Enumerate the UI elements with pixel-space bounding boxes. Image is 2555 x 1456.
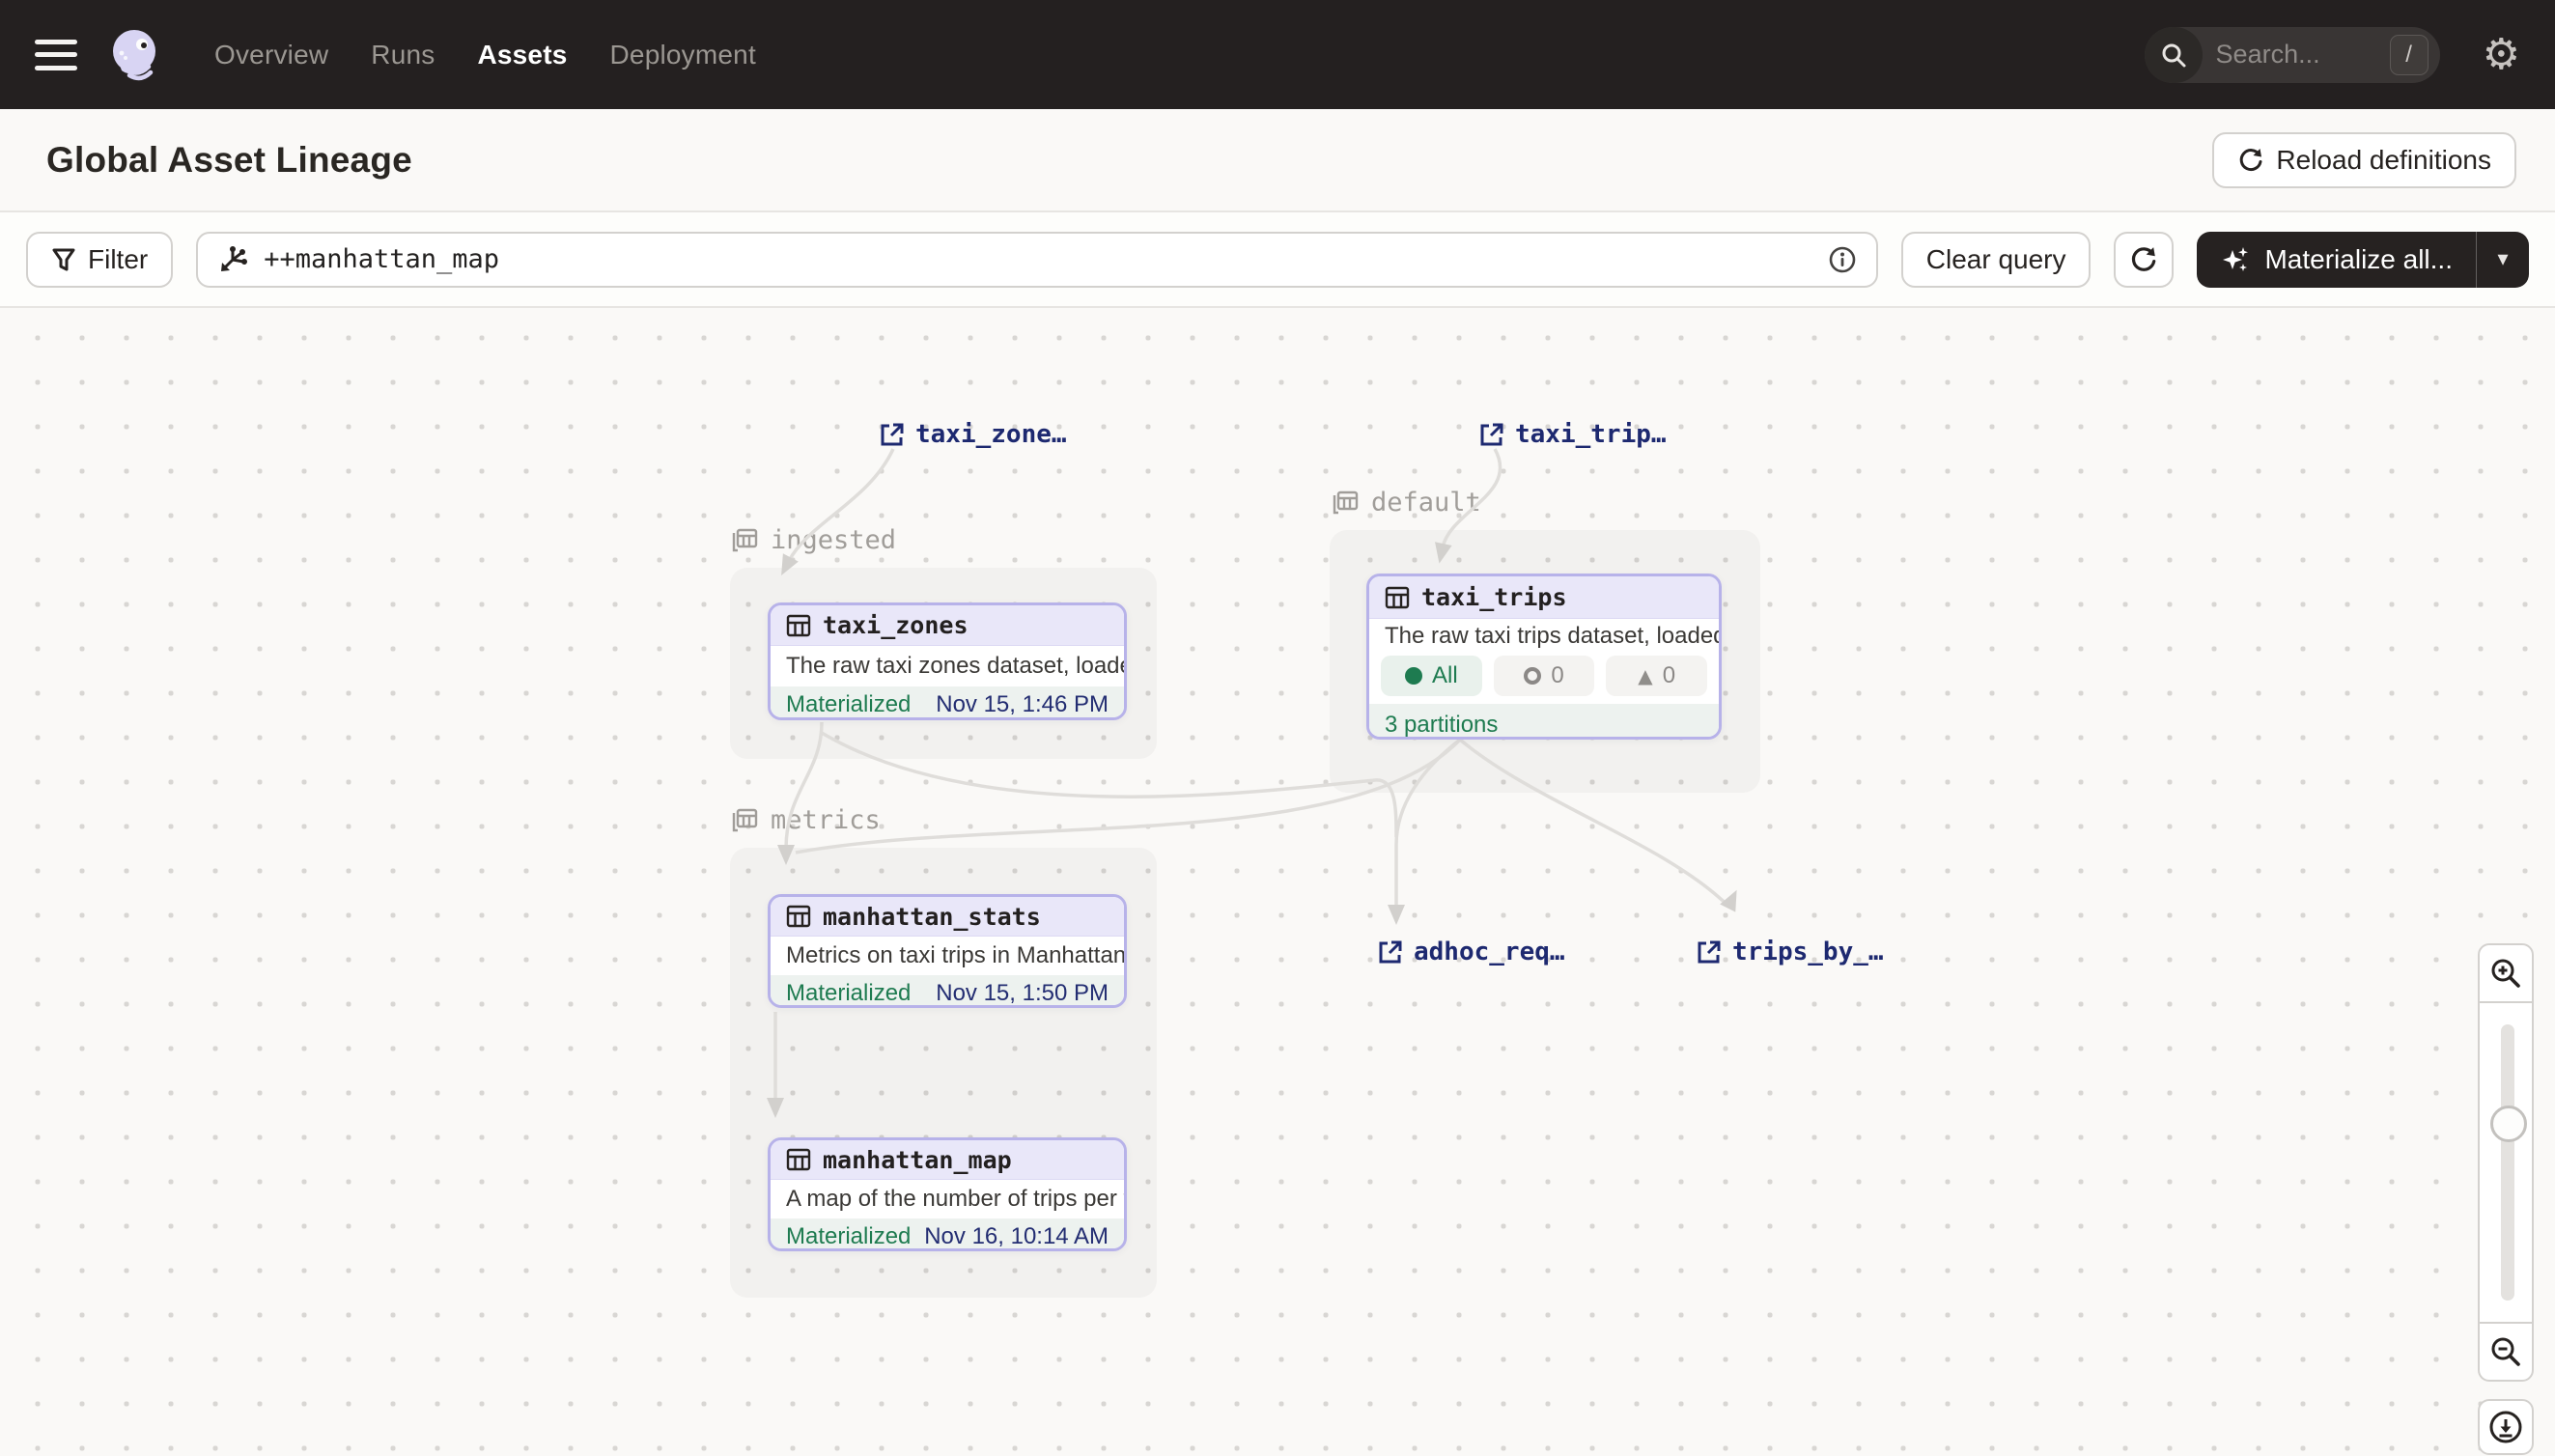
sparkles-icon xyxy=(2220,244,2251,275)
materialization-timestamp[interactable]: Nov 15, 1:50 PM xyxy=(936,980,1109,1007)
partitions-missing-badge[interactable]: 0 xyxy=(1494,656,1595,696)
dagster-app: Overview Runs Assets Deployment / ⚙ Glob… xyxy=(0,0,2555,1456)
download-image-button[interactable] xyxy=(2478,1399,2534,1455)
materialize-dropdown-caret[interactable]: ▾ xyxy=(2477,232,2529,288)
zoom-slider-handle[interactable] xyxy=(2490,1106,2527,1142)
materialization-timestamp[interactable]: Nov 16, 10:14 AM xyxy=(924,1223,1109,1250)
zoom-in-button[interactable] xyxy=(2478,943,2534,1003)
reload-definitions-button[interactable]: Reload definitions xyxy=(2212,132,2516,188)
reload-icon xyxy=(2237,147,2264,174)
dagster-logo-icon[interactable] xyxy=(106,26,164,84)
triangle-icon: ▲ xyxy=(1638,664,1652,687)
asset-name: taxi_trips xyxy=(1421,583,1567,611)
zoom-out-icon xyxy=(2488,1334,2523,1369)
external-link-icon xyxy=(1377,938,1404,966)
filter-icon xyxy=(51,247,76,272)
status-badge: Materialized xyxy=(786,980,911,1007)
lineage-toolbar: Filter Clear query xyxy=(0,212,2555,308)
dot-icon xyxy=(1405,667,1422,685)
filter-button[interactable]: Filter xyxy=(26,232,173,288)
partition-health-badges: All 0 ▲ 0 xyxy=(1369,654,1719,704)
lineage-edges xyxy=(0,308,2555,1456)
topbar: Overview Runs Assets Deployment / ⚙ xyxy=(0,0,2555,109)
main-nav: Overview Runs Assets Deployment xyxy=(214,40,756,70)
graph-query-icon xyxy=(217,244,248,275)
partitions-failed-badge[interactable]: ▲ 0 xyxy=(1606,656,1707,696)
page-title: Global Asset Lineage xyxy=(46,140,412,181)
status-badge: Materialized xyxy=(786,691,911,718)
external-link-icon xyxy=(1478,421,1505,448)
zoom-slider-track[interactable] xyxy=(2501,1024,2514,1301)
lineage-canvas[interactable]: ingested default metrics xyxy=(0,308,2555,1456)
nav-overview[interactable]: Overview xyxy=(214,40,328,70)
external-asset-taxi-zone[interactable]: taxi_zone… xyxy=(879,420,1067,449)
asset-node-taxi-trips[interactable]: taxi_trips The raw taxi trips dataset, l… xyxy=(1366,574,1722,740)
zoom-out-button[interactable] xyxy=(2478,1322,2534,1382)
external-asset-taxi-trip[interactable]: taxi_trip… xyxy=(1478,420,1667,449)
materialize-all-button[interactable]: Materialize all... ▾ xyxy=(2197,232,2529,288)
table-icon xyxy=(786,1147,811,1172)
asset-node-manhattan-map[interactable]: manhattan_map A map of the number of tri… xyxy=(768,1137,1127,1251)
external-asset-trips-by-week[interactable]: trips_by_… xyxy=(1696,938,1884,966)
page-header: Global Asset Lineage Reload definitions xyxy=(0,109,2555,212)
edge-taxi-zones-to-adhoc-request xyxy=(822,733,1396,837)
search-shortcut-key: / xyxy=(2390,35,2429,75)
asset-name: manhattan_map xyxy=(823,1146,1012,1174)
asset-node-manhattan-stats[interactable]: manhattan_stats Metrics on taxi trips in… xyxy=(768,894,1127,1008)
nav-deployment[interactable]: Deployment xyxy=(610,40,756,70)
asset-description: The raw taxi trips dataset, loaded into … xyxy=(1369,619,1719,654)
global-search[interactable]: / xyxy=(2145,27,2440,83)
partitions-count[interactable]: 3 partitions xyxy=(1385,712,1498,739)
gear-icon[interactable]: ⚙ xyxy=(2483,34,2520,76)
edge-taxi-trip-ext-to-taxi-trips xyxy=(1443,449,1501,547)
asset-description: Metrics on taxi trips in Manhattan xyxy=(771,937,1124,975)
info-icon[interactable] xyxy=(1828,245,1857,274)
nav-assets[interactable]: Assets xyxy=(477,40,567,70)
search-input[interactable] xyxy=(2203,40,2390,70)
asset-description: The raw taxi zones dataset, loaded int..… xyxy=(771,646,1124,686)
refresh-button[interactable] xyxy=(2114,232,2174,288)
asset-name: taxi_zones xyxy=(823,611,969,639)
table-icon xyxy=(786,904,811,929)
download-icon xyxy=(2486,1408,2525,1446)
external-link-icon xyxy=(1696,938,1723,966)
edge-taxi-trips-to-trips-by-week xyxy=(1460,740,1729,906)
table-icon xyxy=(1385,585,1410,610)
external-asset-adhoc-request[interactable]: adhoc_req… xyxy=(1377,938,1565,966)
zoom-slider[interactable] xyxy=(2478,1003,2534,1322)
partitions-all-badge[interactable]: All xyxy=(1381,656,1482,696)
asset-description: A map of the number of trips per taxi z.… xyxy=(771,1180,1124,1218)
table-icon xyxy=(786,613,811,638)
refresh-icon xyxy=(2129,245,2158,274)
asset-name: manhattan_stats xyxy=(823,903,1041,931)
search-icon xyxy=(2145,27,2203,83)
status-badge: Materialized xyxy=(786,1223,911,1250)
external-link-icon xyxy=(879,421,906,448)
clear-query-button[interactable]: Clear query xyxy=(1901,232,2092,288)
edge-taxi-zones-to-manhattan-stats xyxy=(786,722,822,849)
edge-taxi-zone-ext-to-taxi-zones xyxy=(789,449,893,561)
nav-runs[interactable]: Runs xyxy=(371,40,435,70)
menu-icon[interactable] xyxy=(35,40,77,70)
zoom-controls xyxy=(2478,943,2534,1382)
zoom-in-icon xyxy=(2488,956,2523,991)
asset-query-field[interactable] xyxy=(196,232,1878,288)
asset-node-taxi-zones[interactable]: taxi_zones The raw taxi zones dataset, l… xyxy=(768,602,1127,720)
ring-icon xyxy=(1524,667,1541,685)
materialization-timestamp[interactable]: Nov 15, 1:46 PM xyxy=(936,691,1109,718)
asset-query-input[interactable] xyxy=(264,244,1812,274)
